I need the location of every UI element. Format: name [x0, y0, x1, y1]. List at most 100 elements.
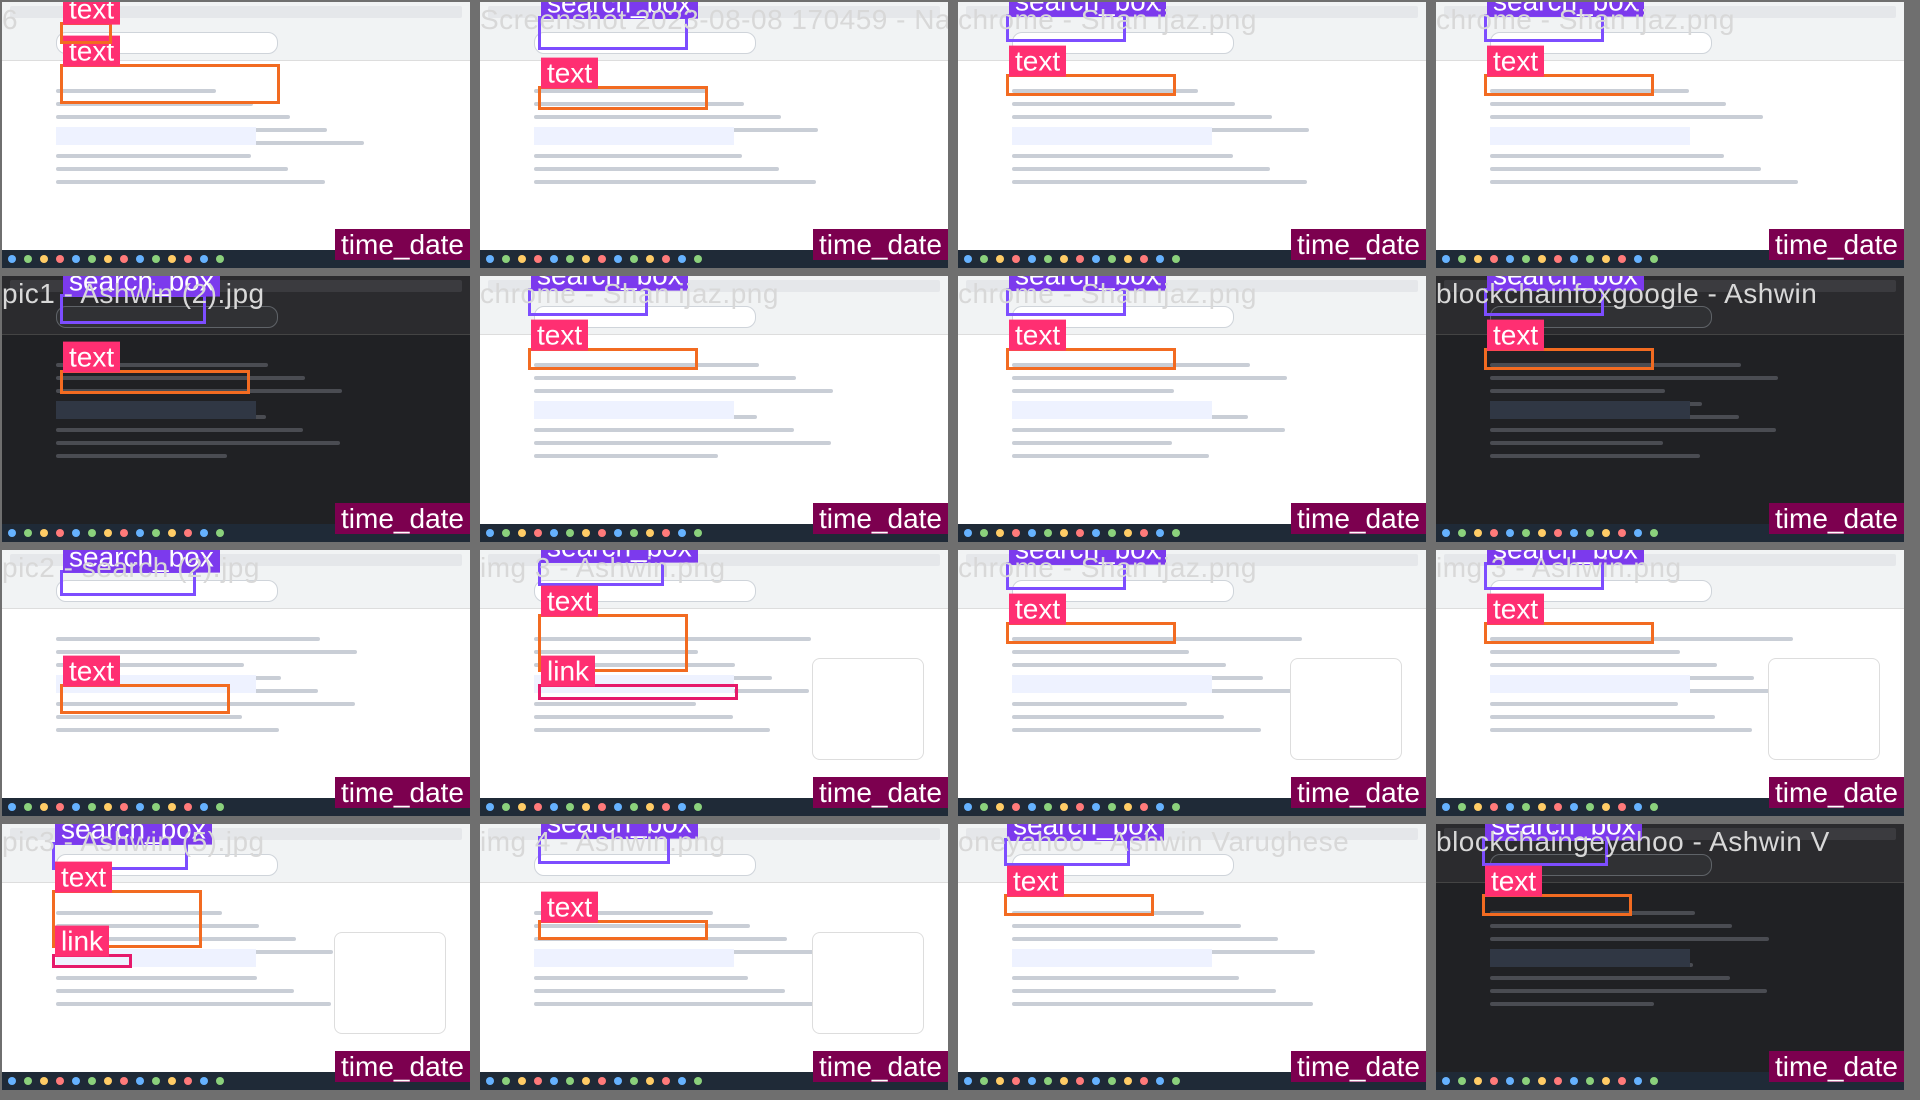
result-line [56, 650, 357, 654]
time-date-tag: time_date [813, 1050, 948, 1082]
taskbar-icon [1490, 529, 1498, 537]
taskbar-icon [24, 1077, 32, 1085]
result-line [1012, 937, 1278, 941]
taskbar-icon [1458, 255, 1466, 263]
text-tag: text [63, 655, 121, 687]
side-panel [812, 932, 924, 1034]
taskbar-icon [646, 255, 654, 263]
result-line [534, 167, 779, 171]
taskbar-icon [184, 255, 192, 263]
taskbar-icon [502, 529, 510, 537]
taskbar-icon [1554, 255, 1562, 263]
taskbar-icon [1140, 803, 1148, 811]
result-line [1490, 441, 1663, 445]
text-annotation: text [60, 655, 230, 714]
taskbar-icon [996, 529, 1004, 537]
result-line [534, 702, 696, 706]
result-line [534, 441, 831, 445]
result-line [1490, 715, 1715, 719]
taskbar-icon [662, 255, 670, 263]
result-line [56, 428, 303, 432]
taskbar-icon [964, 803, 972, 811]
screenshot-tile: pic2 - search (2).jpg search_box text time_… [2, 550, 470, 816]
taskbar-icon [168, 255, 176, 263]
taskbar-icon [678, 1077, 686, 1085]
result-line [1012, 428, 1285, 432]
taskbar-icon [1092, 1077, 1100, 1085]
taskbar-icon [678, 529, 686, 537]
result-line [56, 728, 279, 732]
text-annotation: text [1006, 593, 1176, 644]
taskbar-icon [646, 529, 654, 537]
result-line [1012, 115, 1272, 119]
time-date-tag: time_date [1769, 1050, 1904, 1082]
taskbar-icon [980, 529, 988, 537]
result-line [534, 154, 742, 158]
taskbar-icon [1060, 1077, 1068, 1085]
text-annotation: text [538, 57, 708, 110]
taskbar-icon [598, 255, 606, 263]
result-line [1012, 989, 1276, 993]
taskbar-icon [1522, 803, 1530, 811]
taskbar-icon [216, 1077, 224, 1085]
taskbar-icon [518, 255, 526, 263]
taskbar-icon [614, 1077, 622, 1085]
taskbar-icon [1522, 1077, 1530, 1085]
taskbar-icon [550, 1077, 558, 1085]
tile-title: chrome - Shan ijaz.png [958, 4, 1257, 35]
result-line [1012, 650, 1189, 654]
taskbar-icon [56, 1077, 64, 1085]
result-line [1012, 167, 1270, 171]
taskbar-icon [1522, 255, 1530, 263]
result-line [1012, 728, 1261, 732]
taskbar-icon [964, 1077, 972, 1085]
taskbar-icon [104, 529, 112, 537]
tile-title: blockchainfoxgoogle - Ashwin [1436, 278, 1818, 309]
result-line [534, 976, 748, 980]
highlight-block [1490, 949, 1690, 967]
taskbar-icon [1474, 803, 1482, 811]
screenshot-tile: chrome - Shan ijaz.pngsearch_boxtexttime… [958, 550, 1426, 816]
taskbar-icon [24, 803, 32, 811]
tile-title: chrome - Shan ijaz.png [958, 278, 1257, 309]
taskbar-icon [1650, 803, 1658, 811]
taskbar-icon [56, 255, 64, 263]
highlight-block [1490, 675, 1690, 693]
taskbar-icon [964, 255, 972, 263]
screenshot-tile: img 4 - Ashwin.pngsearch_boxtexttime_dat… [480, 824, 948, 1090]
taskbar-icon [1108, 803, 1116, 811]
taskbar-icon [646, 803, 654, 811]
taskbar-icon [582, 255, 590, 263]
taskbar-icon [120, 255, 128, 263]
taskbar-icon [1634, 529, 1642, 537]
taskbar-icon [8, 529, 16, 537]
taskbar-icon [200, 803, 208, 811]
taskbar-icon [1028, 1077, 1036, 1085]
taskbar-icon [630, 1077, 638, 1085]
taskbar-icon [200, 1077, 208, 1085]
taskbar-icon [1124, 803, 1132, 811]
taskbar-icon [518, 803, 526, 811]
taskbar-icon [566, 529, 574, 537]
taskbar-icon [1554, 1077, 1562, 1085]
taskbar-icon [1618, 255, 1626, 263]
taskbar-icon [996, 803, 1004, 811]
taskbar-icon [88, 1077, 96, 1085]
tile-title: pic2 - search (2).jpg [2, 552, 260, 583]
result-line [1490, 454, 1700, 458]
taskbar-icon [1156, 529, 1164, 537]
taskbar-icon [614, 529, 622, 537]
taskbar-icon [152, 1077, 160, 1085]
result-line [1490, 102, 1726, 106]
result-line [1012, 715, 1224, 719]
result-line [1490, 167, 1761, 171]
taskbar-icon [1092, 803, 1100, 811]
taskbar-icon [8, 803, 16, 811]
taskbar-icon [662, 529, 670, 537]
taskbar-icon [1172, 1077, 1180, 1085]
result-line [56, 715, 242, 719]
text-annotation: text [1004, 865, 1154, 916]
result-line [534, 180, 816, 184]
text-annotation: text [538, 891, 708, 940]
taskbar-icon [1442, 1077, 1450, 1085]
